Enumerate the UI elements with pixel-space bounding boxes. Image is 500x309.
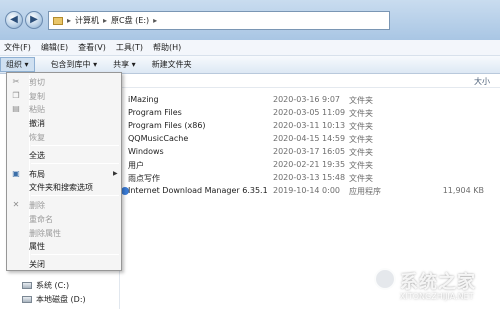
breadcrumb-separator-icon: ▸ — [103, 16, 108, 25]
watermark-text: 系统之家 — [400, 272, 476, 293]
file-date: 2020-03-05 11:09 — [273, 108, 346, 117]
file-name: QQMusicCache — [128, 134, 189, 143]
nav-drive-d[interactable]: 本地磁盘 (D:) — [22, 294, 86, 305]
file-type: 文件夹 — [349, 148, 373, 157]
file-row[interactable]: Program Files (x86) 2020-03-11 10:13 文件夹 — [124, 121, 500, 133]
breadcrumb-computer[interactable]: 计算机 — [75, 15, 99, 26]
menu-separator — [31, 163, 119, 164]
menu-item-redo[interactable]: 恢复 — [29, 132, 45, 143]
computer-icon — [53, 16, 63, 25]
file-name: Internet Download Manager 6.35.1 — [128, 186, 268, 195]
menu-bar: 文件(F) 编辑(E) 查看(V) 工具(T) 帮助(H) — [0, 40, 500, 56]
file-date: 2020-03-16 9:07 — [273, 95, 340, 104]
organize-button[interactable]: 组织 ▾ — [0, 57, 35, 72]
menu-separator — [31, 254, 119, 255]
watermark: 系统之家 XITONGZHIJIA.NET — [374, 262, 500, 309]
menu-item-rename[interactable]: 重命名 — [29, 214, 53, 225]
forward-arrow-icon: ▶ — [30, 14, 38, 25]
column-headers: 大小 — [122, 74, 500, 88]
scissors-icon: ✂ — [12, 77, 20, 86]
organize-menu: ✂ 剪切 ❐ 复制 ▤ 粘贴 撤消 恢复 全选 ▣ 布局 ▶ 文件夹和搜索选项 … — [6, 72, 122, 271]
file-row[interactable]: QQMusicCache 2020-04-15 14:59 文件夹 — [124, 134, 500, 146]
layout-icon: ▣ — [12, 169, 20, 178]
file-name: 雨点写作 — [128, 174, 160, 183]
file-type: 文件夹 — [349, 96, 373, 105]
menu-tools[interactable]: 工具(T) — [116, 42, 143, 53]
menu-item-delete[interactable]: 删除 — [29, 200, 45, 211]
nav-drive-label: 系统 (C:) — [36, 281, 70, 290]
file-date: 2020-02-21 19:35 — [273, 160, 346, 169]
file-row[interactable]: Windows 2020-03-17 16:05 文件夹 — [124, 147, 500, 159]
nav-drive-c[interactable]: 系统 (C:) — [22, 280, 69, 291]
file-row[interactable]: iMazing 2020-03-16 9:07 文件夹 — [124, 95, 500, 107]
menu-item-folder-options[interactable]: 文件夹和搜索选项 — [29, 182, 93, 193]
file-name: Program Files (x86) — [128, 121, 206, 130]
breadcrumb-separator-icon: ▸ — [67, 16, 72, 25]
drive-icon — [22, 296, 32, 303]
menu-help[interactable]: 帮助(H) — [153, 42, 181, 53]
breadcrumb-drive[interactable]: 原C盘 (E:) — [111, 15, 149, 26]
menu-item-paste[interactable]: 粘贴 — [29, 104, 45, 115]
back-button[interactable]: ◀ — [5, 11, 23, 29]
address-bar[interactable]: ▸ 计算机 ▸ 原C盘 (E:) ▸ — [48, 11, 390, 30]
file-name: Program Files — [128, 108, 182, 117]
copy-icon: ❐ — [12, 91, 20, 100]
watermark-logo-icon — [374, 268, 396, 290]
menu-item-cut[interactable]: 剪切 — [29, 77, 45, 88]
column-size[interactable]: 大小 — [474, 76, 490, 87]
file-date: 2019-10-14 0:00 — [273, 186, 340, 195]
file-row[interactable]: Program Files 2020-03-05 11:09 文件夹 — [124, 108, 500, 120]
nav-drive-label: 本地磁盘 (D:) — [36, 295, 86, 304]
menu-item-remove-properties[interactable]: 删除属性 — [29, 228, 61, 239]
menu-item-copy[interactable]: 复制 — [29, 91, 45, 102]
watermark-url: XITONGZHIJIA.NET — [400, 292, 474, 301]
file-type: 文件夹 — [349, 122, 373, 131]
file-date: 2020-04-15 14:59 — [273, 134, 346, 143]
file-name: iMazing — [128, 95, 159, 104]
new-folder-button[interactable]: 新建文件夹 — [152, 59, 192, 70]
submenu-arrow-icon: ▶ — [113, 170, 118, 177]
menu-item-layout[interactable]: 布局 — [29, 169, 45, 180]
include-in-library-button[interactable]: 包含到库中 ▾ — [51, 59, 98, 70]
menu-view[interactable]: 查看(V) — [78, 42, 106, 53]
file-size: 11,904 KB — [442, 186, 484, 195]
file-type: 文件夹 — [349, 174, 373, 183]
forward-button[interactable]: ▶ — [25, 11, 43, 29]
file-name: 用户 — [128, 161, 144, 170]
menu-item-undo[interactable]: 撤消 — [29, 118, 45, 129]
file-date: 2020-03-11 10:13 — [273, 121, 346, 130]
breadcrumb-separator-icon: ▸ — [153, 16, 158, 25]
back-arrow-icon: ◀ — [10, 14, 18, 25]
paste-icon: ▤ — [12, 104, 20, 113]
file-name: Windows — [128, 147, 164, 156]
file-type: 文件夹 — [349, 161, 373, 170]
menu-item-close[interactable]: 关闭 — [29, 259, 45, 270]
file-row[interactable]: 雨点写作 2020-03-13 15:48 文件夹 — [124, 173, 500, 185]
file-date: 2020-03-13 15:48 — [273, 173, 346, 182]
file-type: 文件夹 — [349, 109, 373, 118]
drive-icon — [22, 282, 32, 289]
title-bar: ◀ ▶ ▸ 计算机 ▸ 原C盘 (E:) ▸ — [0, 0, 500, 40]
menu-item-select-all[interactable]: 全选 — [29, 150, 45, 161]
file-type: 应用程序 — [349, 187, 381, 196]
file-type: 文件夹 — [349, 135, 373, 144]
menu-separator — [31, 145, 119, 146]
file-date: 2020-03-17 16:05 — [273, 147, 346, 156]
file-row[interactable]: 用户 2020-02-21 19:35 文件夹 — [124, 160, 500, 172]
menu-file[interactable]: 文件(F) — [4, 42, 31, 53]
delete-x-icon: ✕ — [12, 200, 20, 209]
menu-item-properties[interactable]: 属性 — [29, 241, 45, 252]
file-row[interactable]: Internet Download Manager 6.35.1 2019-10… — [121, 186, 500, 198]
share-button[interactable]: 共享 ▾ — [113, 59, 136, 70]
menu-edit[interactable]: 编辑(E) — [41, 42, 68, 53]
menu-separator — [31, 195, 119, 196]
